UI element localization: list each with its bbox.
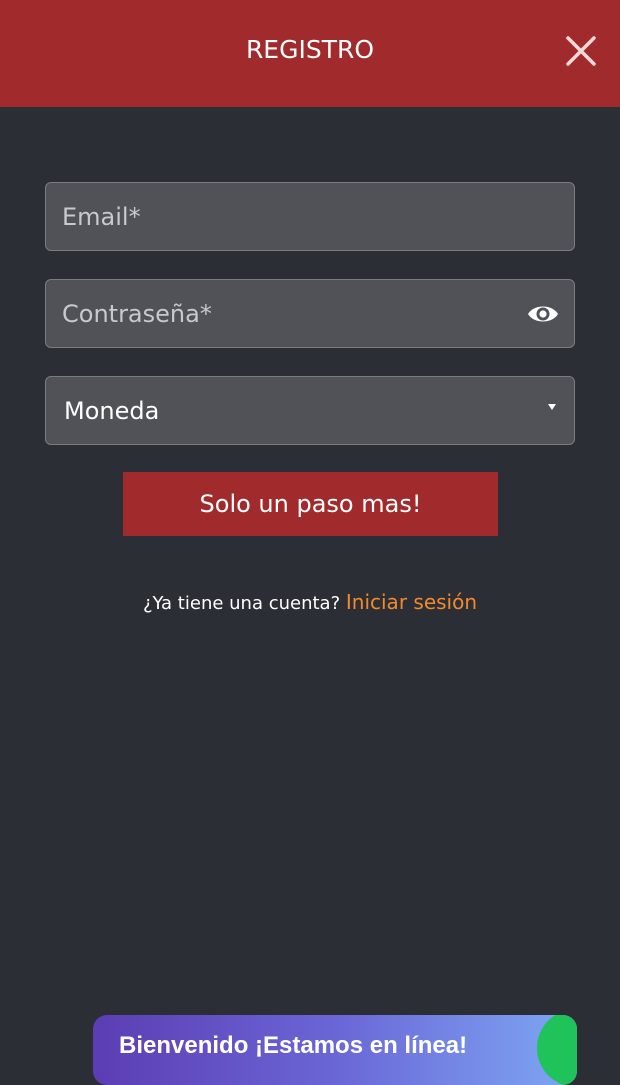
close-icon[interactable] [564, 34, 598, 68]
page-title: REGISTRO [245, 35, 375, 64]
email-field-wrapper [45, 182, 575, 251]
login-prompt: ¿Ya tiene una cuenta? Iniciar sesión [0, 590, 620, 614]
email-field[interactable] [46, 183, 574, 250]
chat-label: Bienvenido ¡Estamos en línea! [119, 1032, 468, 1059]
currency-select-value: Moneda [64, 396, 160, 425]
password-field-wrapper [45, 279, 575, 348]
eye-icon[interactable] [526, 300, 560, 328]
password-field[interactable] [46, 280, 574, 347]
caret-down-icon [548, 404, 556, 410]
chat-widget[interactable]: Bienvenido ¡Estamos en línea! [93, 1015, 577, 1085]
currency-select[interactable]: Moneda [45, 376, 575, 445]
login-link[interactable]: Iniciar sesión [346, 590, 477, 614]
chat-accent-shape [537, 1015, 577, 1085]
modal-header: REGISTRO [0, 0, 620, 107]
login-question: ¿Ya tiene una cuenta? [142, 593, 341, 614]
submit-button[interactable]: Solo un paso mas! [123, 472, 498, 536]
